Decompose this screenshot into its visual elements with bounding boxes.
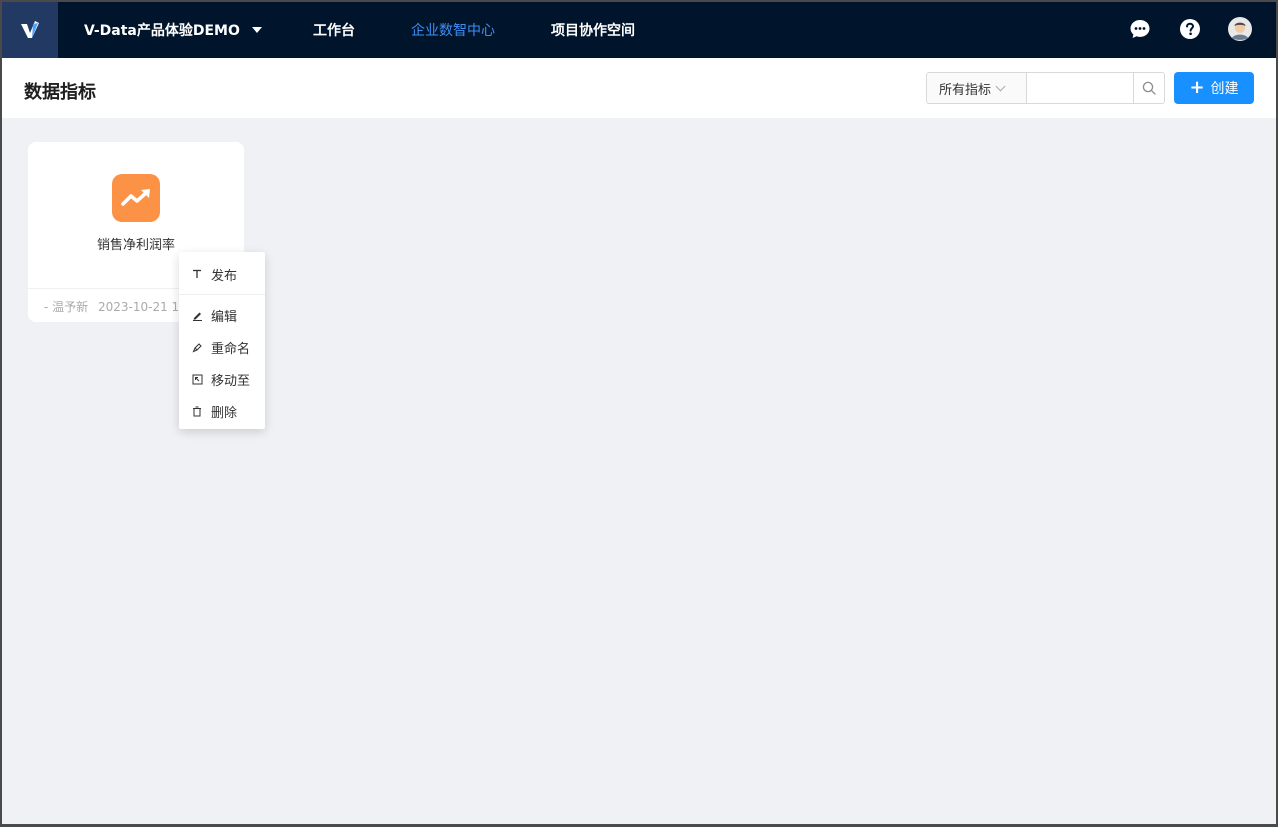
context-menu: 发布 编辑 重命名 移动至 删除 [179, 252, 265, 429]
filter-selected-value: 所有指标 [939, 82, 992, 98]
nav-project-space[interactable]: 项目协作空间 [551, 2, 635, 58]
menu-item-delete[interactable]: 删除 [179, 395, 265, 427]
publish-icon [191, 268, 203, 280]
search-input[interactable] [1026, 72, 1134, 104]
menu-item-edit[interactable]: 编辑 [179, 299, 265, 331]
move-icon [191, 373, 203, 385]
chevron-down-icon [995, 81, 1006, 91]
help-icon [1180, 19, 1200, 39]
menu-item-label: 编辑 [211, 309, 238, 325]
user-avatar[interactable] [1228, 17, 1252, 41]
menu-item-label: 移动至 [211, 373, 251, 389]
metric-filter-select[interactable]: 所有指标 [926, 72, 1026, 104]
avatar-icon [1228, 17, 1252, 41]
menu-item-publish[interactable]: 发布 [179, 258, 265, 290]
app-switcher[interactable]: V-Data产品体验DEMO [84, 2, 262, 58]
create-button-label: 创建 [1210, 81, 1239, 97]
menu-item-label: 重命名 [211, 341, 251, 357]
caret-down-icon [251, 27, 262, 33]
menu-item-move[interactable]: 移动至 [179, 363, 265, 395]
message-button[interactable] [1128, 17, 1152, 41]
trend-up-icon [112, 174, 160, 222]
menu-item-label: 发布 [211, 268, 238, 284]
edit-icon [191, 309, 203, 321]
help-button[interactable] [1178, 17, 1202, 41]
page-title: 数据指标 [24, 82, 96, 103]
app-logo[interactable] [2, 2, 58, 58]
nav-workbench[interactable]: 工作台 [313, 2, 355, 58]
menu-item-label: 删除 [211, 405, 238, 421]
create-button[interactable]: + 创建 [1174, 72, 1254, 104]
plus-icon: + [1189, 77, 1205, 98]
top-navbar: V-Data产品体验DEMO 工作台 企业数智中心 项目协作空间 [2, 2, 1276, 58]
menu-item-rename[interactable]: 重命名 [179, 331, 265, 363]
message-icon [1130, 20, 1150, 38]
nav-enterprise-center[interactable]: 企业数智中心 [411, 2, 495, 58]
app-name: V-Data产品体验DEMO [84, 23, 240, 39]
delete-icon [191, 405, 203, 417]
v-logo-icon [21, 21, 39, 38]
metric-name: 销售净利润率 [96, 238, 175, 253]
search-button[interactable] [1133, 72, 1165, 104]
page-header: 数据指标 所有指标 + 创建 [2, 58, 1276, 118]
menu-divider [179, 294, 265, 295]
card-owner: - 温予新 [44, 300, 89, 314]
rename-icon [191, 341, 203, 353]
search-icon [1142, 81, 1156, 95]
